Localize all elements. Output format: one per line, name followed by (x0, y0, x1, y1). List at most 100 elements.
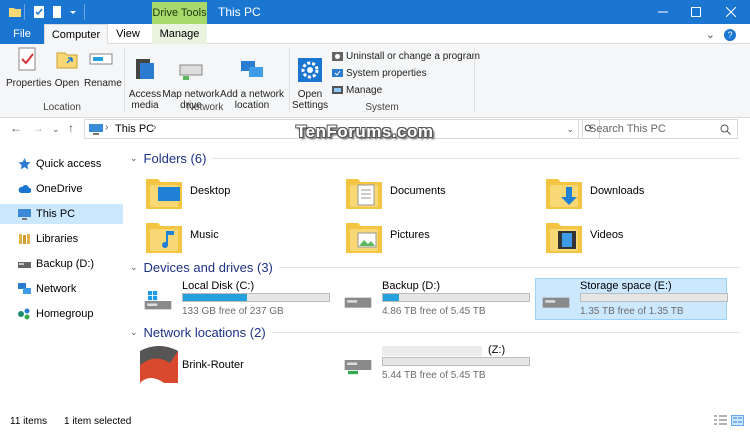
group-header-folders[interactable]: ⌄ Folders (6) (130, 150, 740, 166)
manage-button[interactable]: Manage (332, 83, 382, 97)
open-settings-button[interactable]: Open Settings (292, 46, 328, 122)
minimize-button[interactable] (645, 0, 680, 24)
tab-manage[interactable]: Manage (152, 24, 207, 44)
drive-tile-c[interactable]: Local Disk (C:) 133 GB free of 237 GB (138, 279, 330, 321)
maximize-button[interactable] (678, 0, 713, 24)
windows-drive-icon (144, 291, 172, 310)
system-properties-label: System properties (346, 67, 427, 79)
help-icon[interactable]: ? (724, 29, 736, 41)
watermark: TenForums.com (296, 122, 434, 141)
back-button[interactable]: ← (10, 121, 22, 135)
breadcrumb-separator[interactable]: › (153, 122, 156, 133)
forward-button[interactable]: → (32, 121, 44, 135)
folder-label: Downloads (590, 185, 645, 197)
ribbon: Properties Open Rename Location Access m… (0, 44, 750, 118)
open-icon (56, 52, 78, 69)
address-dropdown-icon[interactable]: ⌄ (566, 124, 574, 135)
computer-icon (89, 124, 103, 135)
folder-tile-pictures[interactable]: Pictures (344, 215, 524, 263)
chevron-down-icon: ⌄ (130, 261, 138, 272)
open-settings-label: Open Settings (292, 89, 329, 111)
group-header-network-locations[interactable]: ⌄ Network locations (2) (130, 324, 740, 340)
drive-icon (542, 297, 570, 308)
location-group-label: Location (43, 102, 81, 113)
system-properties-icon (332, 68, 343, 77)
pictures-folder-icon (346, 223, 382, 253)
folder-label: Documents (390, 185, 446, 197)
open-button[interactable]: Open (52, 46, 82, 89)
folder-tile-desktop[interactable]: Desktop (144, 171, 324, 219)
details-view-icon[interactable] (714, 415, 727, 426)
network-group-label: Network (186, 102, 224, 113)
folder-tile-documents[interactable]: Documents (344, 171, 524, 219)
sidebar-item-network[interactable]: Network (0, 279, 123, 299)
close-button[interactable] (713, 0, 748, 24)
qat-dropdown-icon[interactable] (68, 5, 78, 19)
folder-label: Music (190, 229, 219, 241)
divider (278, 266, 740, 268)
uninstall-program-button[interactable]: Uninstall or change a program (332, 49, 480, 63)
group-separator (289, 48, 290, 112)
sidebar-item-label: OneDrive (36, 183, 83, 195)
sidebar-item-libraries[interactable]: Libraries (0, 229, 123, 249)
ribbon-controls: ⌄ ? (706, 28, 736, 41)
group-header-devices[interactable]: ⌄ Devices and drives (3) (130, 259, 740, 275)
drive-tile-e[interactable]: Storage space (E:) 1.35 TB free of 1.35 … (535, 278, 728, 320)
access-media-button[interactable]: Access media (128, 46, 162, 122)
network-location-name: Brink-Router (182, 359, 244, 371)
network-icon (18, 283, 31, 294)
new-folder-icon[interactable] (50, 5, 64, 19)
chevron-down-icon: ⌄ (130, 152, 138, 163)
network-location-router[interactable]: Brink-Router (138, 343, 318, 387)
search-box[interactable]: Search This PC (582, 119, 738, 139)
sidebar-item-onedrive[interactable]: OneDrive (0, 179, 123, 199)
manage-label: Manage (346, 84, 383, 96)
selection-count: 1 item selected (64, 416, 132, 427)
drive-name: (Z:) (488, 344, 506, 356)
sidebar-item-this-pc[interactable]: This PC (0, 204, 123, 224)
sidebar-item-quick-access[interactable]: Quick access (0, 154, 123, 174)
tab-computer[interactable]: Computer (44, 24, 108, 45)
drive-tile-d[interactable]: Backup (D:) 4.86 TB free of 5.45 TB (338, 279, 530, 321)
documents-folder-icon (346, 179, 382, 209)
tab-file[interactable]: File (0, 24, 44, 44)
sidebar-item-backup[interactable]: Backup (D:) (0, 254, 123, 274)
tiles-view-icon[interactable] (731, 415, 744, 426)
group-title: Folders (6) (143, 150, 207, 166)
folder-tile-music[interactable]: Music (144, 215, 324, 263)
rename-button[interactable]: Rename (84, 46, 122, 89)
tab-view[interactable]: View (108, 24, 148, 44)
up-button[interactable]: ↑ (68, 121, 74, 135)
drive-free-space: 1.35 TB free of 1.35 TB (580, 306, 684, 317)
properties-button[interactable]: Properties (6, 46, 52, 89)
maximize-icon (690, 7, 701, 17)
sidebar-item-label: Homegroup (36, 308, 94, 320)
uninstall-icon (332, 51, 343, 61)
drive-icon (344, 297, 372, 308)
folder-icon[interactable] (8, 5, 22, 19)
window-title: This PC (218, 5, 261, 19)
recent-locations-button[interactable]: ⌄ (52, 124, 60, 135)
breadcrumb[interactable]: This PC (115, 123, 154, 135)
breadcrumb-separator: › (105, 122, 109, 133)
chevron-down-icon: ⌄ (130, 326, 138, 337)
sidebar-item-homegroup[interactable]: Homegroup (0, 304, 123, 324)
system-group-label: System (365, 102, 399, 113)
system-properties-button[interactable]: System properties (332, 66, 427, 80)
downloads-folder-icon (546, 179, 582, 209)
network-drive-z[interactable]: (Z:) 5.44 TB free of 5.45 TB (338, 343, 530, 385)
folder-label: Desktop (190, 185, 231, 197)
folder-tile-videos[interactable]: Videos (544, 215, 724, 263)
gear-icon (298, 58, 322, 82)
drive-usage-fill (183, 294, 248, 301)
drive-name: Local Disk (C:) (182, 280, 255, 292)
drive-free-space: 133 GB free of 237 GB (182, 306, 284, 317)
drive-name: Backup (D:) (382, 280, 441, 292)
properties-icon[interactable] (32, 5, 46, 19)
divider (271, 331, 740, 333)
chevron-down-icon[interactable]: ⌄ (706, 29, 715, 41)
redacted-share-name (382, 346, 482, 356)
folder-tile-downloads[interactable]: Downloads (544, 171, 724, 219)
drive-free-space: 5.44 TB free of 5.45 TB (382, 370, 486, 381)
folder-label: Pictures (390, 229, 430, 241)
